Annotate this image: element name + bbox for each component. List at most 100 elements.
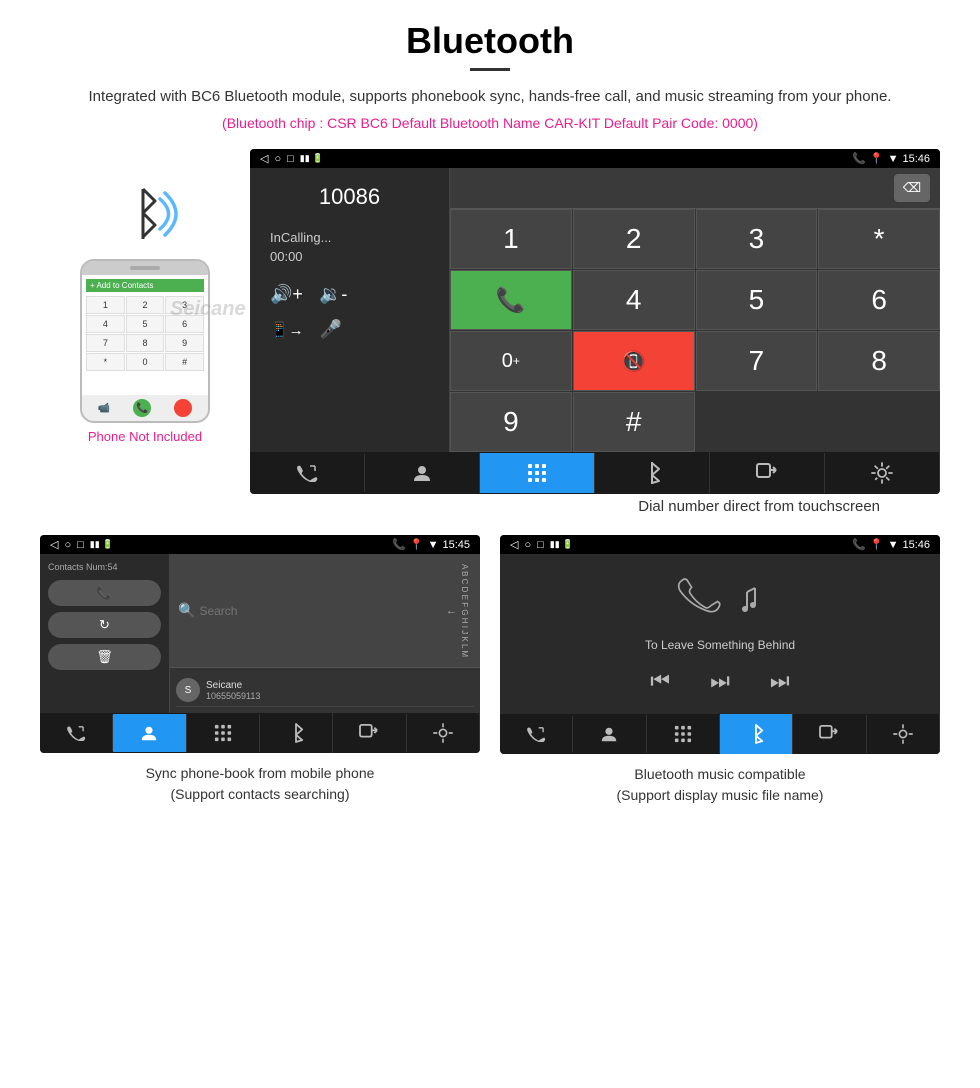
phone-screen-header: + Add to Contacts [86,279,204,292]
contacts-nav-bluetooth[interactable] [260,713,333,753]
music-nav-settings[interactable] [867,714,940,754]
location-icon: 📍 [870,152,884,165]
contacts-nav-dialpad[interactable] [187,714,260,752]
main-caption: Dial number direct from touchscreen [40,498,940,515]
music-nav-calls[interactable] [500,716,573,752]
contacts-search-input[interactable] [199,604,445,618]
hu-call-button[interactable]: 📞 [450,270,572,330]
music-phone-icon: 📞 [852,538,866,551]
transfer-icon[interactable]: 📱→ [270,321,304,339]
hu-key-5[interactable]: 5 [696,270,818,330]
phone-key-4[interactable]: 4 [86,315,125,333]
music-play-pause-button[interactable]: ⏭ [710,668,730,694]
hu-nav-bluetooth[interactable] [595,452,710,494]
hu-main-area: 10086 InCalling... 00:00 🔊+ 🔉- 📱→ 🎤 [250,168,940,452]
music-icon-area [675,574,765,624]
head-unit-screen: ◁ ○ □ ▮▮ 🔋 📞 📍 ▼ 15:46 10086 InCalling.. [250,149,940,494]
music-nav-contacts[interactable] [573,715,646,753]
contacts-nav-settings[interactable] [407,713,480,753]
hu-nav-transfer[interactable] [710,453,825,493]
contacts-alphabet-scroll[interactable]: A B C D E F G H I J K L M [457,560,472,661]
phone-key-hash[interactable]: # [165,353,204,371]
phone-end-button[interactable] [174,399,192,417]
hu-key-hash[interactable]: # [573,392,695,452]
contacts-main: Contacts Num:54 📞 ↻ 🗑 🔍 ← A B C D E F G … [40,554,480,713]
music-nav-transfer[interactable] [793,715,866,753]
page-container: Bluetooth Integrated with BC6 Bluetooth … [0,0,980,836]
hu-key-0plus[interactable]: 0+ [450,331,572,391]
contact-name: Seicane [206,680,260,691]
hu-nav-contacts[interactable] [365,453,480,493]
hu-key-3[interactable]: 3 [696,209,818,269]
hu-backspace-button[interactable]: ⌫ [894,174,930,202]
contacts-nav-transfer[interactable] [333,714,406,752]
hu-key-2[interactable]: 2 [573,209,695,269]
phone-key-3[interactable]: 3 [165,296,204,314]
music-nav-dialpad[interactable] [647,715,720,753]
hu-phone-number: 10086 [270,184,429,210]
hu-key-9[interactable]: 9 [450,392,572,452]
contact-item-seicane[interactable]: S Seicane 10655059113 [176,674,474,707]
hu-key-1[interactable]: 1 [450,209,572,269]
music-next-button[interactable]: ⏭ [770,668,790,694]
phone-status-icon: 📞 [852,152,866,165]
hu-dialpad-panel: ⌫ 1 2 3 * 📞 4 5 6 0+ 📵 7 8 [450,168,940,452]
hu-nav-bar [250,452,940,494]
phone-key-6[interactable]: 6 [165,315,204,333]
music-playback-controls: ⏮ ⏭ ⏭ [650,668,789,694]
music-status-left: ◁ ○ □ ▮▮ 🔋 [510,538,573,551]
contacts-back-icon: ◁ [50,538,58,551]
time-display: 15:46 [902,153,930,165]
hu-status-right: 📞 📍 ▼ 15:46 [852,152,930,165]
phone-speaker [130,266,160,270]
microphone-icon[interactable]: 🎤 [320,319,342,340]
contacts-call-button[interactable]: 📞 [48,580,161,606]
phone-key-0[interactable]: 0 [126,353,165,371]
music-recents-icon: □ [537,539,544,551]
phone-key-1[interactable]: 1 [86,296,125,314]
phone-key-5[interactable]: 5 [126,315,165,333]
hu-status-left: ◁ ○ □ ▮▮ 🔋 [260,152,323,165]
hu-key-8[interactable]: 8 [818,331,940,391]
volume-down-icon[interactable]: 🔉- [319,284,347,305]
contacts-refresh-button[interactable]: ↻ [48,612,161,638]
hu-call-time: 00:00 [270,249,429,264]
hu-nav-dialpad[interactable] [480,453,595,493]
contacts-nav-calls[interactable] [40,715,113,751]
back-icon: ◁ [260,152,268,165]
music-caption: Bluetooth music compatible (Support disp… [500,764,940,806]
hu-key-star[interactable]: * [818,209,940,269]
contacts-count: Contacts Num:54 [48,562,161,572]
phone-mockup: + Add to Contacts 1 2 3 4 5 6 7 8 9 * 0 … [80,259,210,423]
contacts-phone-icon: 📞 [392,538,406,551]
music-nav-bluetooth[interactable] [720,714,793,754]
music-prev-button[interactable]: ⏮ [650,668,670,694]
contacts-list-area: S Seicane 10655059113 [170,668,480,713]
hu-display-row: ⌫ [450,168,940,209]
phone-key-8[interactable]: 8 [126,334,165,352]
phone-key-9[interactable]: 9 [165,334,204,352]
contacts-status-bar: ◁ ○ □ ▮▮ 🔋 📞 📍 ▼ 15:45 [40,535,480,554]
hu-nav-settings[interactable] [825,452,940,494]
contacts-search-icon: 🔍 [178,602,195,619]
phone-key-7[interactable]: 7 [86,334,125,352]
hu-key-4[interactable]: 4 [573,270,695,330]
phone-key-star[interactable]: * [86,353,125,371]
hu-key-6[interactable]: 6 [818,270,940,330]
contacts-delete-button[interactable]: 🗑 [48,644,161,670]
phone-call-button[interactable]: 📞 [133,399,151,417]
hu-calling-status: InCalling... [270,230,429,245]
phone-bottom-bar: 📹 📞 [82,395,208,421]
hu-end-call-button[interactable]: 📵 [573,331,695,391]
contacts-nav-contacts[interactable] [113,714,186,752]
contacts-screen: ◁ ○ □ ▮▮ 🔋 📞 📍 ▼ 15:45 Contac [40,535,480,753]
hu-key-7[interactable]: 7 [696,331,818,391]
page-title: Bluetooth [40,20,940,62]
contacts-right-panel: 🔍 ← A B C D E F G H I J K L M S Seicane … [170,554,480,713]
volume-up-icon[interactable]: 🔊+ [270,284,303,305]
contacts-status-right: 📞 📍 ▼ 15:45 [392,538,470,551]
hu-nav-calls[interactable] [250,454,365,492]
music-status-right: 📞 📍 ▼ 15:46 [852,538,930,551]
phone-key-2[interactable]: 2 [126,296,165,314]
contacts-keyboard-icon: ← [446,605,457,617]
